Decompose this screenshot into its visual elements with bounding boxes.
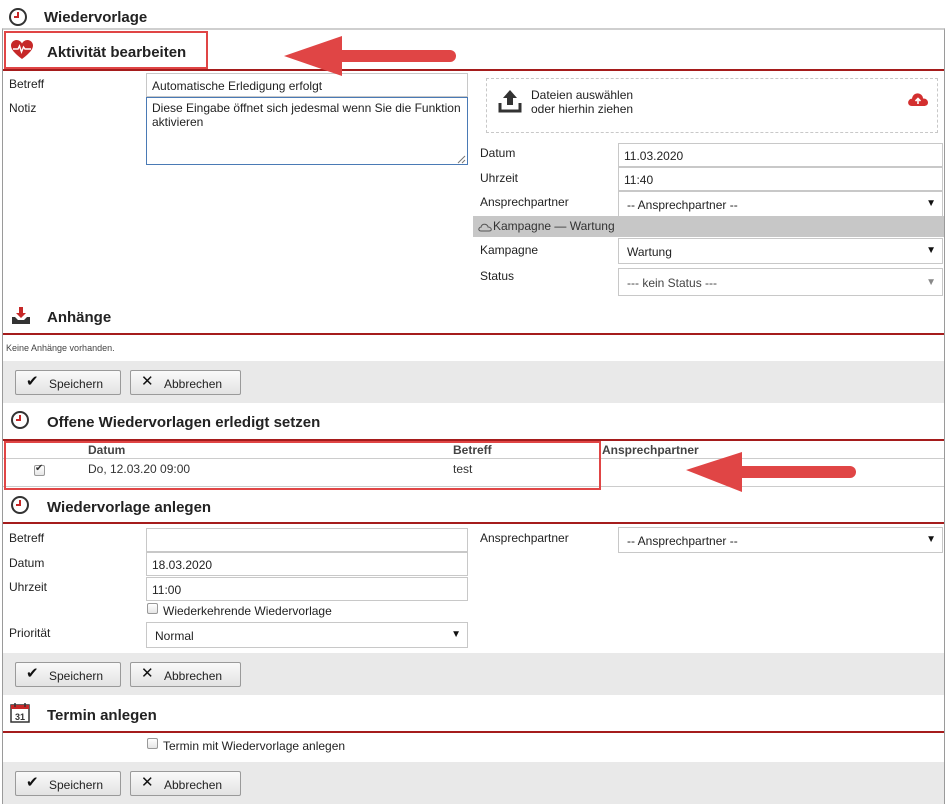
followup-time-label: Uhrzeit: [9, 580, 48, 594]
annotation-arrow-top: [284, 36, 456, 76]
contact-select[interactable]: -- Ansprechpartner -- ▼: [618, 191, 943, 217]
followup-contact-label: Ansprechpartner: [480, 531, 569, 545]
button-bar: ✔ Speichern ✕ Abbrechen: [3, 361, 944, 403]
close-icon: ✕: [141, 665, 154, 682]
section-divider: [3, 333, 944, 335]
priority-label: Priorität: [9, 626, 51, 640]
chevron-down-icon: ▼: [926, 245, 936, 256]
note-label: Notiz: [9, 101, 37, 115]
section-divider: [3, 731, 944, 733]
new-followup-title: Wiedervorlage anlegen: [47, 499, 212, 516]
calendar-icon: 31: [10, 702, 30, 723]
time-label: Uhrzeit: [480, 171, 519, 185]
contact-select-value: -- Ansprechpartner --: [627, 198, 738, 212]
cloud-upload-icon: [907, 89, 929, 109]
chevron-down-icon: ▼: [926, 534, 936, 545]
campaign-select-value: Wartung: [627, 245, 672, 259]
cancel-button[interactable]: ✕ Abbrechen: [130, 771, 241, 796]
annotation-box-followup-row: [4, 441, 601, 490]
followup-date-input[interactable]: 18.03.2020: [146, 552, 468, 576]
note-textarea[interactable]: Diese Eingabe öffnet sich jedesmal wenn …: [146, 97, 468, 165]
status-label: Status: [480, 269, 515, 283]
status-select[interactable]: --- kein Status --- ▼: [618, 268, 943, 296]
time-input[interactable]: 11:40: [618, 167, 943, 191]
date-label: Datum: [480, 146, 516, 160]
chevron-down-icon: ▼: [451, 629, 461, 640]
campaign-select[interactable]: Wartung ▼: [618, 238, 943, 264]
check-icon: ✔: [26, 373, 39, 390]
annotation-arrow-bottom: [686, 452, 856, 492]
appointment-with-followup-label[interactable]: Termin mit Wiedervorlage anlegen: [163, 739, 345, 753]
recurring-label[interactable]: Wiederkehrende Wiedervorlage: [163, 604, 332, 618]
file-dropzone[interactable]: Dateien auswählen oder hierhin ziehen: [486, 78, 938, 133]
cancel-button[interactable]: ✕ Abbrechen: [130, 370, 241, 395]
download-tray-icon: [10, 306, 32, 326]
followup-subject-input[interactable]: [146, 528, 468, 552]
cancel-button[interactable]: ✕ Abbrechen: [130, 662, 241, 687]
priority-select-value: Normal: [155, 629, 194, 643]
section-divider: [3, 522, 944, 524]
campaign-label: Kampagne: [480, 243, 539, 257]
open-followups-title: Offene Wiedervorlagen erledigt setzen: [47, 414, 321, 431]
close-icon: ✕: [141, 373, 154, 390]
no-attachments-text: Keine Anhänge vorhanden.: [6, 343, 115, 353]
followup-date-label: Datum: [9, 556, 45, 570]
check-icon: ✔: [26, 774, 39, 791]
recurring-checkbox[interactable]: [147, 603, 158, 614]
save-button[interactable]: ✔ Speichern: [15, 771, 121, 796]
followup-subject-label: Betreff: [9, 531, 45, 545]
upload-line1: Dateien auswählen: [531, 88, 634, 102]
svg-text:31: 31: [15, 712, 25, 722]
campaign-bar-label: Kampagne — Wartung: [493, 219, 615, 233]
status-select-value: --- kein Status ---: [627, 276, 718, 290]
section-divider: [3, 69, 944, 71]
clock-icon: [8, 7, 28, 27]
button-bar: ✔ Speichern ✕ Abbrechen: [3, 653, 944, 695]
clock-icon: [10, 410, 30, 430]
followup-contact-select-value: -- Ansprechpartner --: [627, 534, 738, 548]
button-bar: ✔ Speichern ✕ Abbrechen: [3, 762, 944, 804]
appointment-with-followup-checkbox[interactable]: [147, 738, 158, 749]
subject-label: Betreff: [9, 77, 45, 91]
check-icon: ✔: [26, 665, 39, 682]
upload-icon: [497, 88, 523, 114]
save-button[interactable]: ✔ Speichern: [15, 370, 121, 395]
clock-icon: [10, 495, 30, 515]
chevron-down-icon: ▼: [926, 198, 936, 209]
appointment-title: Termin anlegen: [47, 707, 157, 724]
annotation-box-activity-title: [4, 31, 208, 69]
resize-handle-icon[interactable]: [456, 153, 466, 164]
attachments-title: Anhänge: [47, 309, 112, 326]
cloud-icon: [478, 221, 492, 232]
chevron-down-icon: ▼: [926, 277, 936, 288]
priority-select[interactable]: Normal ▼: [146, 622, 468, 648]
date-input[interactable]: 11.03.2020: [618, 143, 943, 167]
upload-line2: oder hierhin ziehen: [531, 102, 634, 116]
save-button[interactable]: ✔ Speichern: [15, 662, 121, 687]
campaign-bar[interactable]: Kampagne — Wartung: [473, 216, 944, 237]
followup-time-input[interactable]: 11:00: [146, 577, 468, 601]
page-title: Wiedervorlage: [44, 9, 148, 26]
close-icon: ✕: [141, 774, 154, 791]
followup-contact-select[interactable]: -- Ansprechpartner -- ▼: [618, 527, 943, 553]
contact-label: Ansprechpartner: [480, 195, 569, 209]
